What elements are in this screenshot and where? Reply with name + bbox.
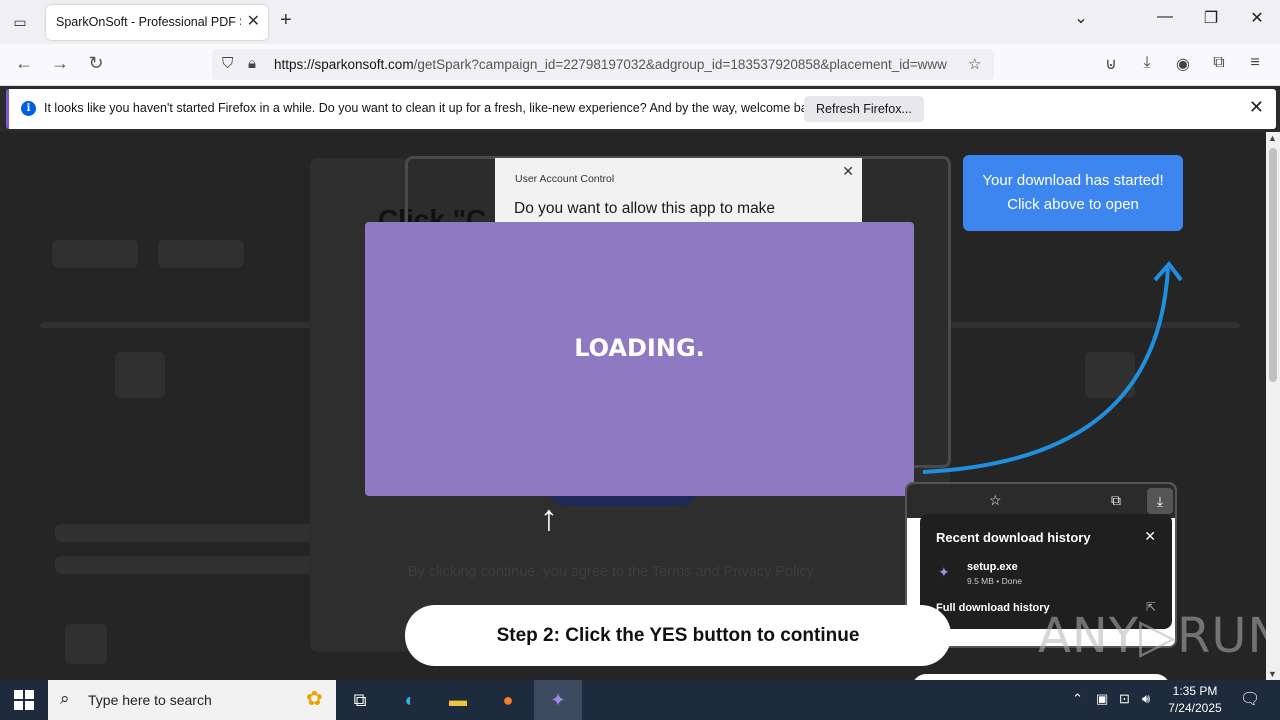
notification-bar: i It looks like you haven't started Fire… — [6, 89, 1276, 129]
search-icon: ⌕ — [60, 689, 70, 708]
tab-list-icon[interactable]: ▭ — [8, 10, 32, 34]
info-icon: i — [21, 101, 36, 116]
tab-bar: ▭ SparkOnSoft - Professional PDF Soft ✕ … — [0, 0, 1280, 44]
close-icon: ✕ — [1144, 528, 1156, 544]
date: 7/24/2025 — [1168, 701, 1222, 715]
menu-icon[interactable]: ≡ — [1244, 54, 1266, 72]
download-note-line1: Your download has started! — [982, 172, 1164, 189]
uac-dialog: User Account Control Do you want to allo… — [495, 158, 862, 228]
history-title: Recent download history — [936, 530, 1091, 545]
close-window-icon[interactable]: ✕ — [1242, 8, 1272, 28]
url-path: /getSpark?campaign_id=22798197032&adgrou… — [413, 57, 947, 72]
notifications-icon[interactable]: 🗨︎ — [1240, 689, 1260, 709]
ghost-block — [115, 352, 165, 398]
bookmark-star-icon: ☆ — [989, 492, 1002, 508]
time: 1:35 PM — [1172, 684, 1218, 698]
volume-icon[interactable]: 🔊︎ — [1142, 691, 1150, 707]
reload-icon[interactable]: ↻ — [84, 53, 108, 74]
full-history-link: Full download history — [936, 602, 1050, 614]
ghost-block — [52, 240, 138, 268]
loading-overlay: LOADING. — [365, 222, 914, 496]
device-icon[interactable]: ▣ — [1096, 691, 1108, 707]
app-icon: ✦ — [938, 564, 950, 580]
watermark: ANY▷RUN — [1038, 608, 1266, 664]
uac-question: Do you want to allow this app to make — [514, 200, 776, 217]
url-text[interactable]: https://sparkonsoft.com/getSpark?campaig… — [274, 57, 964, 72]
loading-text: LOADING. — [574, 334, 705, 362]
firefox-icon[interactable]: ● — [494, 686, 522, 714]
clock[interactable]: 1:35 PM 7/24/2025 — [1160, 683, 1230, 717]
file-explorer-icon[interactable]: ▬ — [444, 686, 472, 714]
minimize-icon[interactable]: — — [1150, 8, 1180, 26]
lock-icon[interactable]: 🔒︎ — [248, 55, 256, 72]
ghost-block — [65, 624, 107, 664]
history-meta: 9.5 MB • Done — [967, 576, 1022, 586]
chevron-up-icon[interactable]: ⌃ — [1072, 691, 1083, 707]
scroll-up-icon[interactable]: ▲ — [1268, 133, 1277, 143]
curved-arrow-icon — [922, 260, 1183, 474]
close-icon[interactable]: ✕ — [842, 163, 854, 180]
extensions-icon: ⧉ — [1111, 492, 1121, 508]
edge-icon[interactable]: ◐ — [396, 686, 424, 714]
taskbar: ⌕ Type here to search ✿ ⧉ ◐ ▬ ● ✦ ⌃ ▣ ⊡ … — [0, 680, 1280, 720]
uac-title: User Account Control — [515, 173, 615, 185]
search-placeholder: Type here to search — [88, 692, 212, 708]
tab-title: SparkOnSoft - Professional PDF Soft — [56, 15, 241, 29]
tab-close-icon[interactable]: ✕ — [247, 11, 260, 31]
page-content: Click "C User Account Control Do you wan… — [0, 132, 1266, 680]
scrollbar[interactable]: ▲ ▼ — [1266, 132, 1280, 680]
setup-app-icon[interactable]: ✦ — [534, 680, 582, 720]
account-icon[interactable]: ◉ — [1172, 54, 1194, 74]
task-view-icon[interactable]: ⧉ — [346, 686, 374, 714]
close-icon[interactable]: ✕ — [1249, 97, 1264, 118]
tab-sparkonsoft[interactable]: SparkOnSoft - Professional PDF Soft ✕ — [46, 5, 268, 40]
bookmark-star-icon[interactable]: ☆ — [968, 55, 981, 73]
extensions-icon[interactable]: ⧉ — [1208, 54, 1230, 72]
chevron-down-icon[interactable]: ⌄ — [1066, 8, 1096, 28]
windows-start-icon[interactable] — [14, 690, 34, 710]
scroll-thumb[interactable] — [1269, 148, 1277, 382]
download-started-note: Your download has started! Click above t… — [963, 155, 1183, 231]
mockup-toolbar: ☆ ⧉ ⤓ — [907, 484, 1175, 518]
history-file: setup.exe — [967, 561, 1018, 573]
url-domain: https://sparkonsoft.com — [274, 57, 414, 72]
arrow-up-icon: ↑ — [540, 497, 558, 538]
taskbar-search[interactable]: ⌕ Type here to search ✿ — [48, 680, 336, 720]
terms-text: By clicking continue, you agree to the T… — [408, 564, 814, 580]
ghost-block — [55, 524, 315, 542]
url-bar[interactable]: ⛉ 🔒︎ https://sparkonsoft.com/getSpark?ca… — [212, 49, 994, 80]
shield-icon[interactable]: ⛉ — [222, 55, 233, 72]
download-icon: ⤓ — [1147, 488, 1173, 514]
pocket-icon[interactable]: ⊍ — [1100, 54, 1122, 74]
nav-bar: ← → ↻ ⛉ 🔒︎ https://sparkonsoft.com/getSp… — [0, 44, 1280, 86]
notification-message: It looks like you haven't started Firefo… — [44, 101, 824, 115]
scroll-down-icon[interactable]: ▼ — [1268, 669, 1277, 679]
restore-icon[interactable]: ❐ — [1196, 8, 1226, 28]
new-tab-icon[interactable]: + — [280, 9, 292, 32]
back-icon[interactable]: ← — [12, 53, 36, 74]
downloads-icon[interactable]: ⤓ — [1136, 54, 1158, 72]
download-note-line2: Click above to open — [1007, 196, 1139, 213]
refresh-firefox-button[interactable]: Refresh Firefox... — [804, 96, 924, 122]
step-instruction: Step 2: Click the YES button to continue — [405, 605, 951, 666]
ghost-block — [55, 556, 315, 574]
ghost-block — [158, 240, 244, 268]
forward-icon[interactable]: → — [48, 53, 72, 74]
network-icon[interactable]: ⊡ — [1119, 691, 1130, 707]
flowers-icon: ✿ — [306, 688, 323, 710]
